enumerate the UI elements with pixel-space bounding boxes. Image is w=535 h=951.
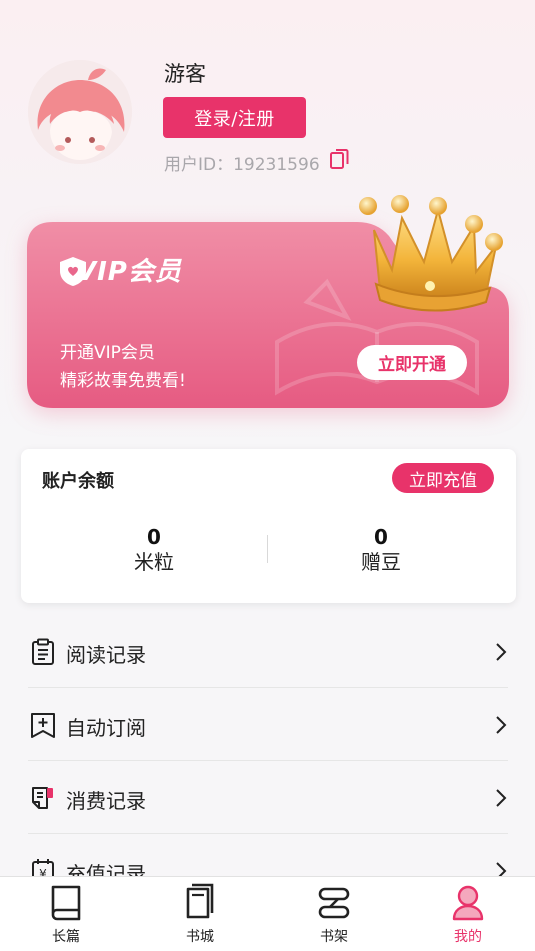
chevron-right-icon xyxy=(496,716,507,734)
recharge-button[interactable]: 立即充值 xyxy=(392,463,494,493)
menu-item-consumption-history[interactable]: 消费记录 xyxy=(28,761,508,834)
account-balance-title: 账户余额 xyxy=(42,471,114,492)
books-icon xyxy=(186,883,214,919)
copy-icon[interactable] xyxy=(328,147,350,171)
shelf-icon xyxy=(318,887,350,919)
vip-open-button[interactable]: 立即开通 xyxy=(357,345,467,380)
tab-wode[interactable]: 我的 xyxy=(428,877,508,951)
avatar[interactable] xyxy=(28,60,132,164)
receipt-icon xyxy=(32,787,53,809)
menu-item-auto-subscribe[interactable]: 自动订阅 xyxy=(28,688,508,761)
tab-label: 长篇 xyxy=(52,929,80,945)
username: 游客 xyxy=(164,62,206,86)
vip-subtitle-2: 精彩故事免费看! xyxy=(60,371,186,391)
balance-mili-value: 0 xyxy=(147,525,161,549)
tab-label: 书架 xyxy=(320,929,348,945)
menu-label: 自动订阅 xyxy=(66,716,146,740)
account-balance-card: 账户余额 立即充值 0 米粒 0 赠豆 xyxy=(21,449,516,603)
clipboard-icon xyxy=(32,638,54,665)
avatar-girl-icon xyxy=(28,60,132,164)
crown-icon xyxy=(359,195,503,312)
chevron-right-icon xyxy=(496,643,507,661)
balance-mili-label: 米粒 xyxy=(134,550,174,574)
user-id: 用户ID：19231596 xyxy=(164,155,320,175)
tab-changpian[interactable]: 长篇 xyxy=(26,877,106,951)
balance-zengdou[interactable]: 0 赠豆 xyxy=(311,525,451,575)
menu-label: 消费记录 xyxy=(66,789,146,813)
balance-mili[interactable]: 0 米粒 xyxy=(84,525,224,575)
balance-zengdou-value: 0 xyxy=(374,525,388,549)
person-icon xyxy=(452,885,484,921)
vip-subtitle-1: 开通VIP会员 xyxy=(60,343,155,363)
tab-label: 书城 xyxy=(186,929,214,945)
tab-shucheng[interactable]: 书城 xyxy=(160,877,240,951)
book-icon xyxy=(51,885,81,921)
vip-title: VIP会员 xyxy=(76,257,182,287)
bookmark-plus-icon xyxy=(31,713,55,738)
balance-zengdou-label: 赠豆 xyxy=(361,550,401,574)
menu-label: 阅读记录 xyxy=(66,643,146,667)
tab-shujia[interactable]: 书架 xyxy=(294,877,374,951)
chevron-right-icon xyxy=(496,789,507,807)
bottom-tab-bar: 长篇 书城 书架 我的 xyxy=(0,876,535,951)
tab-label: 我的 xyxy=(454,929,482,945)
login-register-button[interactable]: 登录/注册 xyxy=(163,97,306,138)
balance-divider xyxy=(267,535,268,563)
menu-item-reading-history[interactable]: 阅读记录 xyxy=(28,615,508,688)
